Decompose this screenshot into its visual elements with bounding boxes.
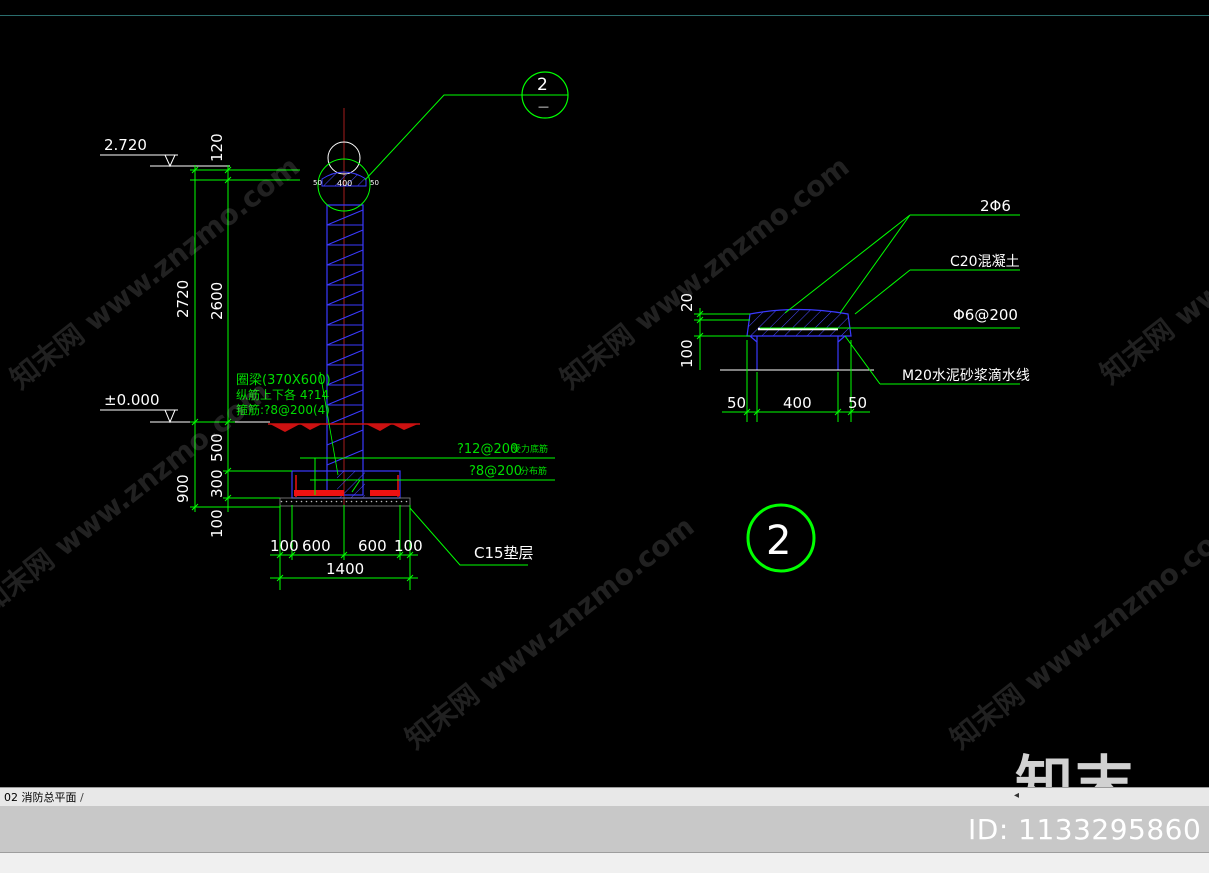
- layout-tab-label: 02 消防总平面: [4, 791, 77, 804]
- wall-section: [749, 335, 846, 370]
- rebar-dist-tag: 分布筋: [520, 465, 547, 477]
- watermark-id: ID: 1133295860: [968, 813, 1202, 846]
- callout-leader: [364, 94, 522, 181]
- rebar-main-tag: 受力底筋: [512, 443, 548, 455]
- cap-dim-left: 50: [313, 179, 322, 187]
- detail-leaders: [760, 214, 1020, 385]
- dim-2720: 2720: [174, 280, 192, 318]
- callout-sub: —: [538, 100, 549, 113]
- vertical-dim-labels: 120 2720 2600 500 300 900 100: [174, 133, 226, 538]
- dim-2600: 2600: [208, 282, 226, 320]
- base-dim-total: 1400: [326, 560, 364, 578]
- watermark-text: 知末网 www.znzmo.com: [1094, 145, 1209, 391]
- detail-dim-50-right: 50: [848, 394, 867, 412]
- watermark-text: 知末网 www.znzmo.com: [4, 150, 305, 396]
- coping-section: [746, 308, 852, 337]
- watermark-text: 知末网 www.znzmo.com: [944, 510, 1209, 756]
- status-bar: [0, 852, 1209, 873]
- base-dim-1: 100: [270, 537, 299, 555]
- detail-rebar-main: 2Φ6: [980, 197, 1011, 215]
- detail-mortar: M20水泥砂浆滴水线: [902, 367, 1030, 384]
- elevation-top-label: 2.720: [104, 136, 147, 154]
- base-dim-4: 100: [394, 537, 423, 555]
- watermark-text: 知末网 www.znzmo.com: [554, 150, 855, 396]
- detail-stirrup: Φ6@200: [953, 306, 1018, 324]
- detail-concrete: C20混凝土: [950, 254, 1020, 270]
- rebar-dist-label: ?8@200: [469, 464, 522, 479]
- detail-vertical-dims: [694, 308, 750, 370]
- cushion-label: C15垫层: [474, 544, 534, 562]
- base-dim-3: 600: [358, 537, 387, 555]
- detail-dim-100: 100: [678, 339, 696, 368]
- dim-900: 900: [174, 474, 192, 503]
- cushion-layer: [279, 497, 411, 507]
- cad-drawing: 50 400 50 2.720 ±0.000 120 2720 2600 500…: [0, 71, 1209, 756]
- rebar-main-label: ?12@200: [457, 442, 518, 457]
- tab-scroll-left-icon[interactable]: ◂: [1014, 790, 1019, 801]
- section-number: 2: [766, 518, 791, 564]
- layout-tab-bar: 02 消防总平面 / ◂: [0, 787, 1209, 807]
- dim-120: 120: [208, 133, 226, 162]
- column-shaft: [326, 204, 364, 496]
- drawing-canvas[interactable]: 50 400 50 2.720 ±0.000 120 2720 2600 500…: [0, 0, 1209, 787]
- cap-dim-right: 50: [370, 179, 379, 187]
- elevation-view: 50 400 50 2.720 ±0.000 120 2720 2600 500…: [100, 71, 569, 590]
- column-stirrups: [326, 204, 364, 466]
- cap-dim-middle: 400: [337, 179, 352, 188]
- dim-100-vertical: 100: [208, 509, 226, 538]
- detail-dim-50-left: 50: [727, 394, 746, 412]
- layout-tab[interactable]: 02 消防总平面 /: [0, 789, 88, 805]
- base-dim-2: 600: [302, 537, 331, 555]
- watermarks: 知末网 www.znzmo.com 知末网 www.znzmo.com 知末网 …: [0, 145, 1209, 756]
- elevation-zero-label: ±0.000: [104, 391, 160, 409]
- detail-dim-400: 400: [783, 394, 812, 412]
- dim-300: 300: [208, 469, 226, 498]
- callout-number: 2: [537, 75, 548, 95]
